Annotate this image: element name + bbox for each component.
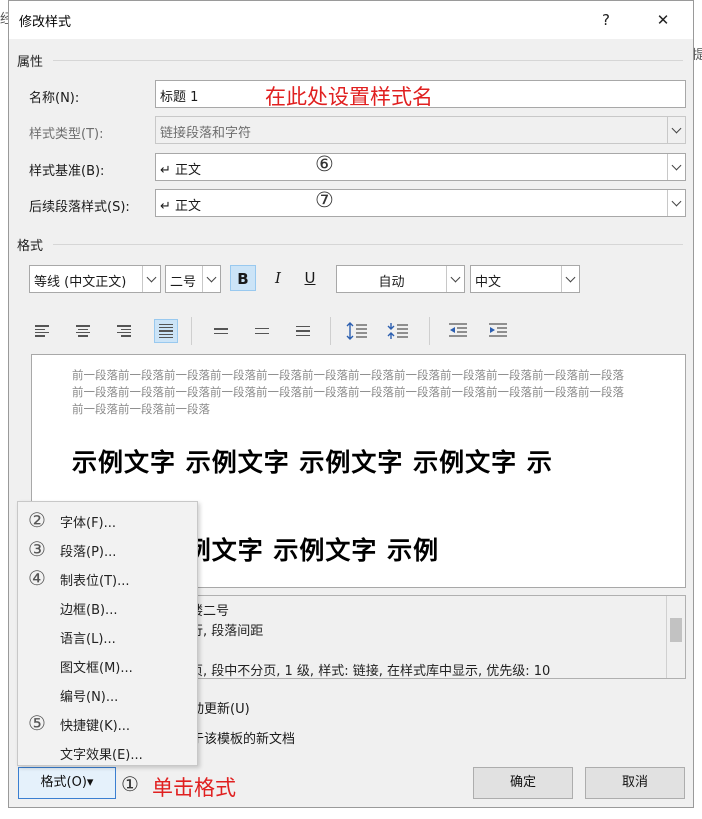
increase-spacing-icon[interactable] [345,319,369,343]
chevron-down-icon [667,117,685,143]
step-marker-6: ⑥ [315,152,334,176]
style-type-label: 样式类型(T): [29,127,104,142]
new-documents-option[interactable]: 于该模板的新文档 [191,728,295,747]
following-style-label: 后续段落样式(S): [29,200,130,215]
format-section-label: 格式 [17,239,44,254]
ok-button[interactable]: 确定 [473,767,573,799]
format-button-label: 格式(O) [40,775,87,790]
step-marker-3: ③ [28,537,46,561]
toolbar-separator [429,317,430,345]
name-input-value: 标题 1 [160,90,199,105]
font-value: 等线 (中文正文) [34,275,127,290]
chevron-down-icon [202,266,220,292]
chevron-down-icon [142,266,160,292]
scrollbar-thumb[interactable] [670,618,682,642]
chevron-down-icon [561,266,579,292]
properties-section-label: 属性 [17,55,44,70]
double-spacing-icon[interactable] [291,319,315,343]
format-divider [53,244,683,245]
decrease-spacing-icon[interactable] [386,319,410,343]
step-marker-1: ① [121,772,139,796]
menu-item-shortcut-key[interactable]: ⑤ 快捷键(K)... [18,708,197,737]
dialog-title: 修改样式 [19,15,72,30]
style-type-value: 链接段落和字符 [160,126,252,141]
description-line-2: 行, 段落间距 [190,624,264,639]
chevron-down-icon: ▾ [86,775,94,790]
format-menu: ② 字体(F)... ③ 段落(P)... ④ 制表位(T)... 边框(B)... … [17,501,198,766]
language-value: 中文 [475,275,502,290]
italic-button[interactable]: I [265,265,291,291]
menu-item-label: 图文框(M)... [60,661,133,676]
menu-item-paragraph[interactable]: ③ 段落(P)... [18,534,197,563]
language-select[interactable]: 中文 [470,265,580,293]
single-spacing-icon[interactable] [209,319,233,343]
decrease-indent-icon[interactable] [446,319,470,343]
menu-item-font[interactable]: ② 字体(F)... [18,505,197,534]
font-color-select[interactable]: 自动 [336,265,465,293]
menu-item-language[interactable]: 语言(L)... [18,621,197,650]
step-marker-5: ⑤ [28,711,46,735]
based-on-select[interactable]: ↵ 正文 [155,153,686,181]
menu-item-numbering[interactable]: 编号(N)... [18,679,197,708]
previous-paragraph-text: 前一段落前一段落前一段落前一段落前一段落前一段落前一段落前一段落前一段落前一段落… [72,368,624,416]
name-label: 名称(N): [29,91,80,106]
font-size-select[interactable]: 二号 [165,265,221,293]
based-on-label: 样式基准(B): [29,164,105,179]
menu-item-label: 编号(N)... [60,690,119,705]
menu-item-label: 文字效果(E)... [60,748,143,763]
font-size-value: 二号 [170,275,197,290]
close-button[interactable]: ✕ [648,5,678,35]
title-bar: 修改样式 ? ✕ [9,1,693,39]
format-annotation: 单击格式 [152,776,236,800]
format-button[interactable]: 格式(O)▾ [18,767,116,799]
description-line-3: 页, 段中不分页, 1 级, 样式: 链接, 在样式库中显示, 优先级: 10 [190,664,551,679]
menu-item-frame[interactable]: 图文框(M)... [18,650,197,679]
increase-indent-icon[interactable] [486,319,510,343]
justify-icon[interactable] [154,319,178,343]
menu-item-label: 快捷键(K)... [60,719,131,734]
font-color-value: 自动 [378,275,405,290]
toolbar-separator [191,317,192,345]
align-left-icon[interactable] [30,319,54,343]
chevron-down-icon [667,154,685,180]
menu-item-label: 段落(P)... [60,545,117,560]
menu-item-label: 字体(F)... [60,516,117,531]
underline-button[interactable]: U [297,265,323,291]
cancel-button[interactable]: 取消 [585,767,685,799]
based-on-value: ↵ 正文 [160,163,202,178]
align-right-icon[interactable] [112,319,136,343]
help-button[interactable]: ? [591,5,621,35]
style-type-select: 链接段落和字符 [155,116,686,144]
menu-item-label: 边框(B)... [60,603,118,618]
chevron-down-icon [446,266,464,292]
menu-item-text-effects[interactable]: 文字效果(E)... [18,737,197,766]
sample-text-line-1: 示例文字 示例文字 示例文字 示例文字 示 [72,448,553,477]
font-select[interactable]: 等线 (中文正文) [29,265,161,293]
step-marker-4: ④ [28,566,46,590]
step-marker-2: ② [28,508,46,532]
following-style-value: ↵ 正文 [160,199,202,214]
toolbar-separator [330,317,331,345]
menu-item-tabs[interactable]: ④ 制表位(T)... [18,563,197,592]
following-style-select[interactable]: ↵ 正文 [155,189,686,217]
chevron-down-icon [667,190,685,216]
name-annotation: 在此处设置样式名 [265,85,433,109]
menu-item-label: 制表位(T)... [60,574,130,589]
properties-divider [53,60,683,61]
step-marker-7: ⑦ [315,188,334,212]
menu-item-border[interactable]: 边框(B)... [18,592,197,621]
one-half-spacing-icon[interactable] [250,319,274,343]
bold-button[interactable]: B [230,265,256,291]
menu-item-label: 语言(L)... [60,632,116,647]
description-scrollbar[interactable] [666,596,685,678]
align-center-icon[interactable] [71,319,95,343]
auto-update-option[interactable]: 动更新(U) [191,698,250,717]
